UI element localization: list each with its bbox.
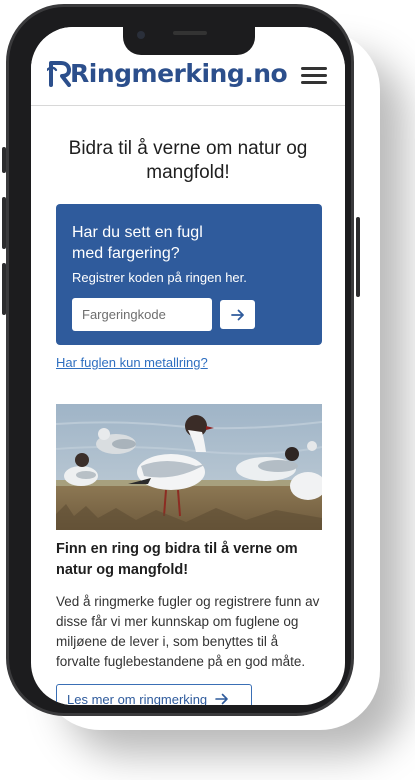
register-question: Har du sett en fugl med fargering?: [72, 224, 203, 262]
card-title: Finn en ring og bidra til å verne om nat…: [56, 541, 298, 578]
register-form: [72, 298, 306, 331]
read-more-label: Les mer om ringmerking: [67, 691, 208, 706]
speaker-grille: [173, 31, 207, 35]
camera-icon: [137, 31, 145, 39]
phone-frame: Ringmerking.no Bidra til å verne om natu…: [2, 4, 360, 716]
page-title: Bidra til å verne om natur og mangfold!: [68, 138, 308, 183]
color-ring-code-input[interactable]: [72, 298, 212, 331]
read-more-button[interactable]: Les mer om ringmerking: [56, 684, 252, 705]
metal-ring-link[interactable]: Har fuglen kun metallring?: [56, 355, 208, 370]
site-logo[interactable]: Ringmerking.no: [47, 57, 288, 89]
phone-volume-down: [2, 263, 6, 315]
card-body: Ved å ringmerke fugler og registrere fun…: [56, 594, 320, 669]
phone-volume-up: [2, 197, 6, 249]
black-headed-gulls-photo: [56, 404, 322, 530]
register-subtitle: Registrer koden på ringen her.: [72, 270, 247, 285]
arrow-right-icon: [230, 309, 244, 320]
arrow-right-icon: [215, 693, 228, 705]
register-color-ring-box: Har du sett en fugl med fargering? Regis…: [56, 204, 322, 345]
phone-screen: Ringmerking.no Bidra til å verne om natu…: [31, 27, 345, 705]
submit-code-button[interactable]: [220, 300, 255, 329]
phone-power-button: [356, 217, 360, 297]
phone-notch: [123, 27, 255, 55]
phone-mute-switch: [2, 147, 6, 173]
hamburger-menu-icon[interactable]: [301, 67, 327, 85]
logo-text: Ringmerking.no: [70, 58, 288, 88]
